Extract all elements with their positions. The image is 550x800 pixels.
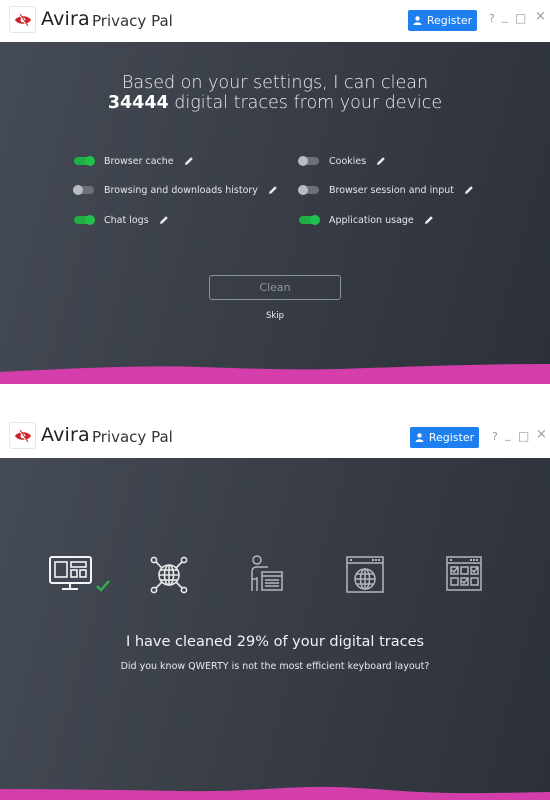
browsing-history-toggle[interactable] (73, 185, 94, 195)
application-usage-toggle[interactable] (299, 215, 320, 225)
register-label: Register (428, 431, 475, 444)
register-button[interactable]: Register (408, 10, 477, 31)
cleaned-status-text: I have cleaned 29% of your digital trace… (125, 634, 425, 650)
brand-name: Avira (41, 8, 90, 30)
minimize-button[interactable]: _ (505, 429, 511, 441)
brand-name: Avira (41, 424, 90, 446)
headline-line2: 34444 digital traces from your device (0, 93, 550, 113)
progress-panel: I have cleaned 29% of your digital trace… (0, 458, 550, 800)
computer-dashboard-icon (49, 556, 92, 590)
cookies-toggle[interactable] (298, 156, 319, 166)
option-browser-session: Browser session and input (298, 182, 474, 198)
browser-globe-icon (346, 556, 384, 593)
help-button[interactable]: ? (492, 431, 498, 443)
chat-logs-toggle[interactable] (74, 215, 95, 225)
pencil-edit-icon[interactable] (376, 156, 386, 166)
magenta-wave-decoration (0, 786, 550, 800)
close-button[interactable]: × (535, 10, 546, 23)
product-name: Privacy Pal (92, 12, 173, 30)
tip-text: Did you know QWERTY is not the most effi… (120, 661, 430, 672)
avira-eye-logo-icon (14, 13, 31, 26)
option-label: Cookies (329, 155, 367, 167)
titlebar[interactable]: Avira Privacy Pal Register ? _ □ × (0, 0, 550, 42)
headline: Based on your settings, I can clean 3444… (0, 73, 550, 113)
option-label: Browser cache (104, 155, 174, 167)
minimize-button[interactable]: _ (502, 11, 508, 23)
option-browsing-history: Browsing and downloads history (73, 182, 278, 198)
browser-cache-toggle[interactable] (74, 156, 95, 166)
option-label: Browser session and input (329, 184, 455, 196)
option-label: Application usage (329, 214, 414, 226)
pencil-edit-icon[interactable] (464, 185, 474, 195)
maximize-button[interactable]: □ (518, 430, 529, 442)
option-label: Browsing and downloads history (104, 184, 258, 196)
browser-session-toggle[interactable] (298, 185, 319, 195)
option-label: Chat logs (104, 214, 149, 226)
network-globe-icon (150, 556, 188, 594)
help-button[interactable]: ? (489, 13, 495, 25)
trace-count: 34444 (107, 93, 169, 113)
pencil-edit-icon[interactable] (424, 215, 434, 225)
option-cookies: Cookies (298, 153, 386, 169)
user-form-icon (251, 555, 283, 591)
privacy-pal-window-settings: Avira Privacy Pal Register ? _ □ × Based… (0, 0, 550, 384)
product-name: Privacy Pal (92, 428, 173, 446)
avira-logo (9, 422, 36, 449)
magenta-wave-decoration (0, 364, 550, 384)
user-icon (413, 16, 422, 25)
headline-line2-rest: digital traces from your device (168, 93, 443, 113)
headline-line1: Based on your settings, I can clean (121, 73, 429, 93)
checkmark-done-icon (96, 580, 110, 592)
pencil-edit-icon[interactable] (184, 156, 194, 166)
option-browser-cache: Browser cache (74, 153, 194, 169)
register-label: Register (426, 14, 473, 27)
close-button[interactable]: × (536, 428, 547, 441)
user-icon (415, 433, 424, 442)
option-chat-logs: Chat logs (74, 212, 169, 228)
privacy-pal-window-progress: Avira Privacy Pal Register ? _ □ × I hav… (0, 416, 550, 800)
register-button[interactable]: Register (410, 427, 479, 448)
option-application-usage: Application usage (299, 212, 434, 228)
maximize-button[interactable]: □ (515, 12, 526, 24)
avira-logo (9, 6, 36, 33)
clean-button[interactable]: Clean (209, 275, 341, 300)
checklist-window-icon (446, 556, 482, 591)
pencil-edit-icon[interactable] (159, 215, 169, 225)
settings-panel: Based on your settings, I can clean 3444… (0, 42, 550, 384)
avira-eye-logo-icon (14, 429, 31, 442)
skip-link[interactable]: Skip (0, 311, 550, 321)
titlebar[interactable]: Avira Privacy Pal Register ? _ □ × (0, 416, 550, 458)
pencil-edit-icon[interactable] (268, 185, 278, 195)
